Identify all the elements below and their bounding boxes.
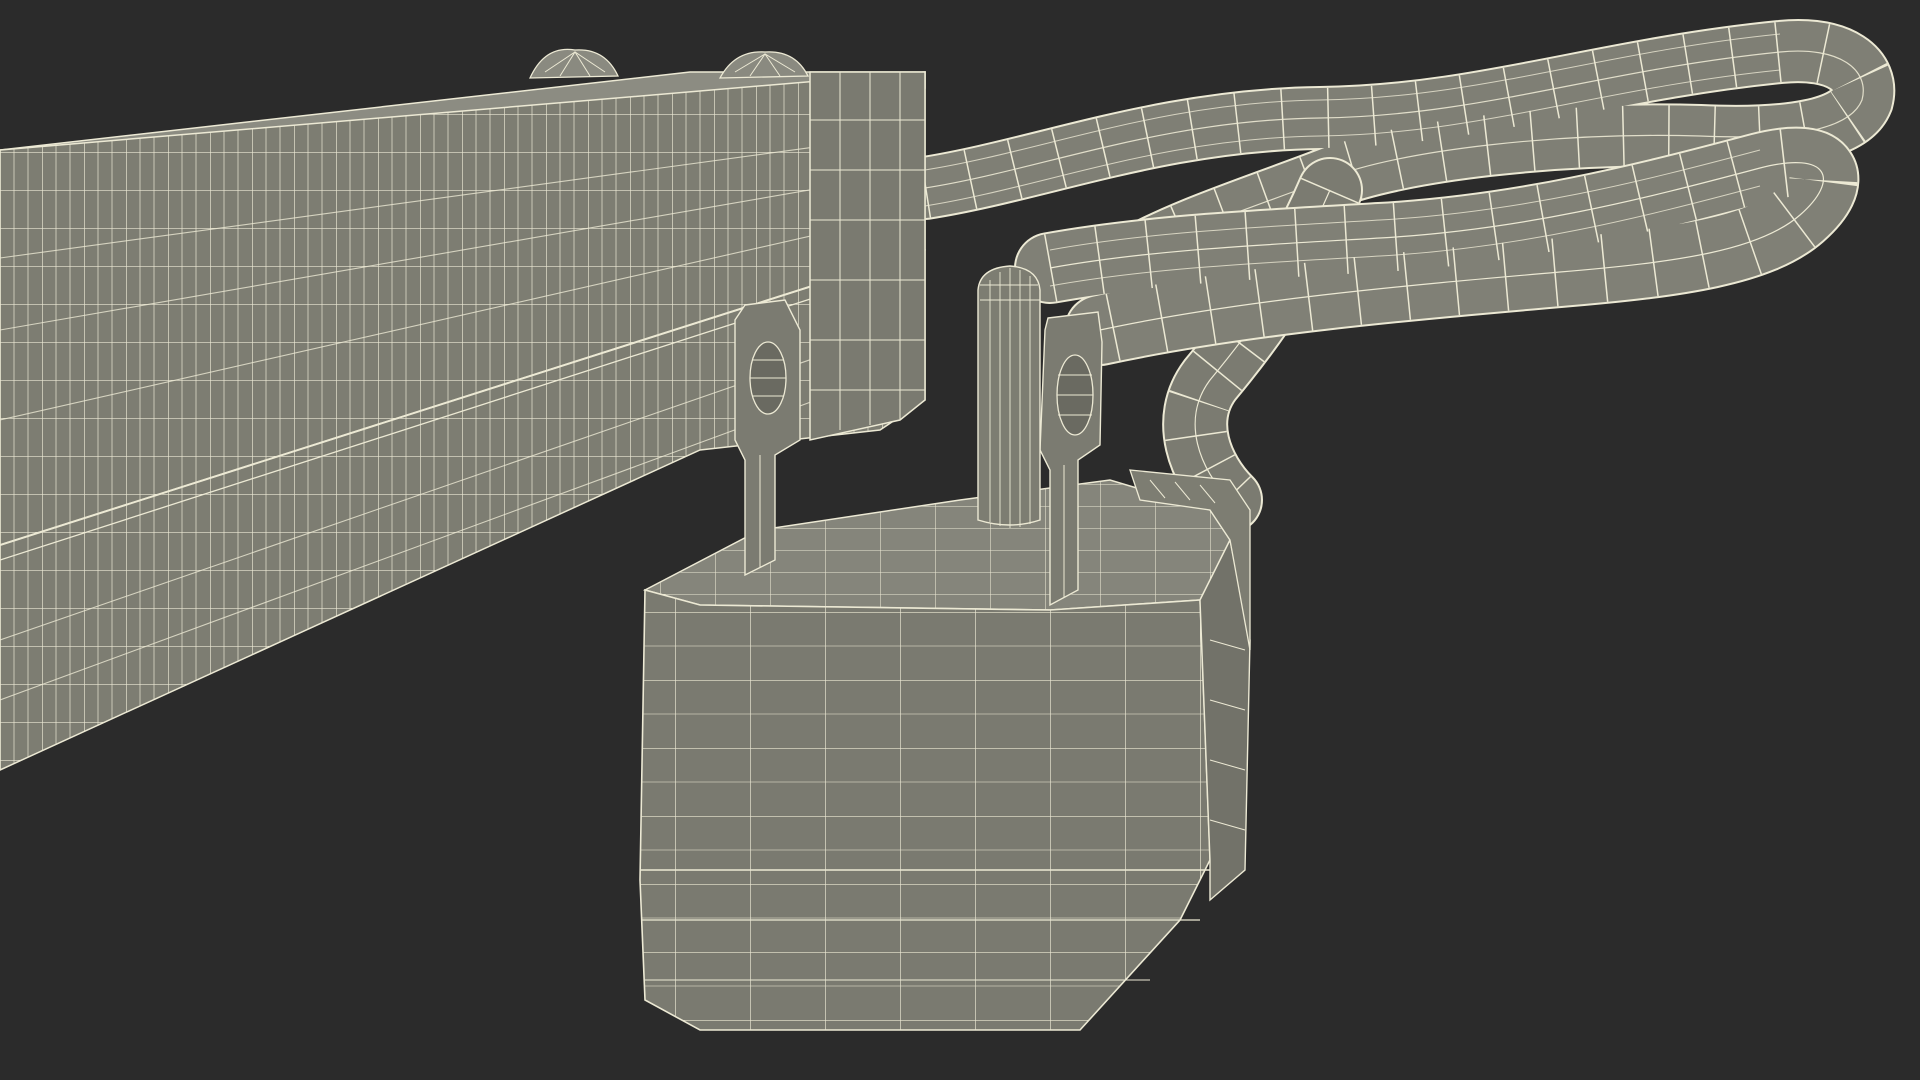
ground-pin (977, 265, 1041, 528)
power-strip-mount-bump (718, 51, 810, 79)
wireframe-render (0, 19, 1896, 1031)
plug-body (639, 469, 1251, 1031)
render-viewport (0, 0, 1920, 1080)
power-strip-mount-bump (528, 48, 620, 79)
